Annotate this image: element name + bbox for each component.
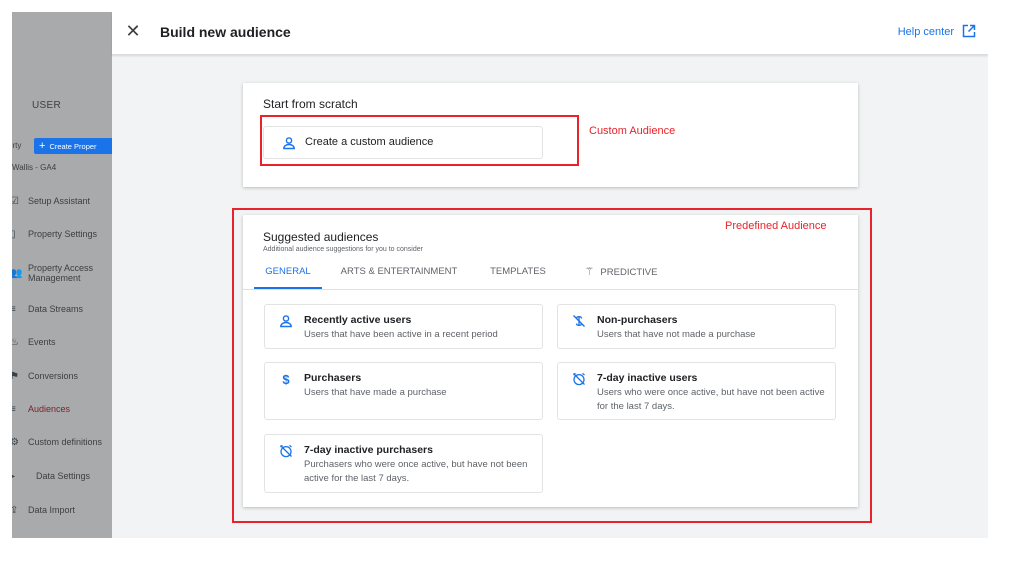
sidebar-item-label: Custom definitions bbox=[28, 437, 103, 447]
open-in-new-icon[interactable] bbox=[962, 24, 976, 38]
close-icon[interactable]: ✕ bbox=[122, 20, 144, 42]
events-icon: ♨ bbox=[12, 336, 19, 348]
audiences-icon: ≡ bbox=[12, 403, 16, 415]
sidebar-item-label: Data Streams bbox=[28, 304, 84, 314]
sidebar-item-setup-assistant[interactable]: ☑ Setup Assistant bbox=[12, 187, 112, 215]
admin-sidebar: USER erty +Create Proper Wallis - GA4 ☑ … bbox=[12, 12, 112, 538]
custom-audience-annotation: Custom Audience bbox=[589, 125, 676, 137]
help-center-link[interactable]: Help center bbox=[898, 26, 954, 38]
sidebar-item-label: Audiences bbox=[28, 404, 71, 414]
create-property-button[interactable]: + Create Proper bbox=[34, 138, 112, 154]
settings-page-icon: ▯ bbox=[12, 228, 16, 240]
property-label: erty bbox=[12, 141, 22, 150]
create-property-label: Create Proper bbox=[49, 142, 97, 151]
sidebar-item-label: Property Access Management bbox=[28, 263, 94, 283]
sidebar-item-label: Setup Assistant bbox=[28, 196, 91, 206]
dialog-header: ✕ Build new audience Help center bbox=[112, 12, 988, 55]
sidebar-item-custom-definitions[interactable]: ⚙ Custom definitions bbox=[12, 428, 112, 456]
sidebar-item-label: Data Settings bbox=[36, 471, 91, 481]
sidebar-item-audiences[interactable]: ≡ Audiences bbox=[12, 395, 112, 423]
sidebar-item-conversions[interactable]: ⚑ Conversions bbox=[12, 362, 112, 390]
sidebar-item-property-access[interactable]: 👥 Property Access Management bbox=[12, 259, 112, 287]
sidebar-item-label: Events bbox=[28, 337, 56, 347]
page-title: Build new audience bbox=[160, 24, 291, 40]
people-icon: 👥 bbox=[12, 267, 23, 279]
sidebar-item-data-import[interactable]: ⇪ Data Import bbox=[12, 496, 112, 524]
sidebar-section-title: USER bbox=[32, 100, 61, 111]
sidebar-item-data-streams[interactable]: ≡ Data Streams bbox=[12, 295, 112, 323]
predefined-audience-highlight bbox=[232, 208, 872, 523]
app-window: USER erty +Create Proper Wallis - GA4 ☑ … bbox=[12, 12, 988, 538]
streams-icon: ≡ bbox=[12, 303, 16, 315]
sidebar-item-label: Data Import bbox=[28, 505, 76, 515]
sidebar-item-data-settings[interactable]: ▸ Data Settings bbox=[12, 462, 112, 490]
sidebar-item-property-settings[interactable]: ▯ Property Settings bbox=[12, 220, 112, 248]
scratch-card-title: Start from scratch bbox=[263, 97, 358, 111]
sidebar-item-events[interactable]: ♨ Events bbox=[12, 328, 112, 356]
flag-icon: ⚑ bbox=[12, 370, 19, 382]
checklist-icon: ☑ bbox=[12, 195, 19, 207]
sidebar-item-label: Conversions bbox=[28, 371, 79, 381]
predefined-audience-annotation: Predefined Audience bbox=[725, 220, 827, 232]
property-name: Wallis - GA4 bbox=[12, 163, 57, 172]
custom-audience-highlight bbox=[260, 115, 579, 166]
custom-definitions-icon: ⚙ bbox=[12, 436, 19, 448]
sidebar-item-label: Property Settings bbox=[28, 229, 98, 239]
data-settings-icon: ▸ bbox=[12, 470, 16, 482]
import-icon: ⇪ bbox=[12, 504, 19, 516]
plus-icon: + bbox=[39, 140, 46, 152]
